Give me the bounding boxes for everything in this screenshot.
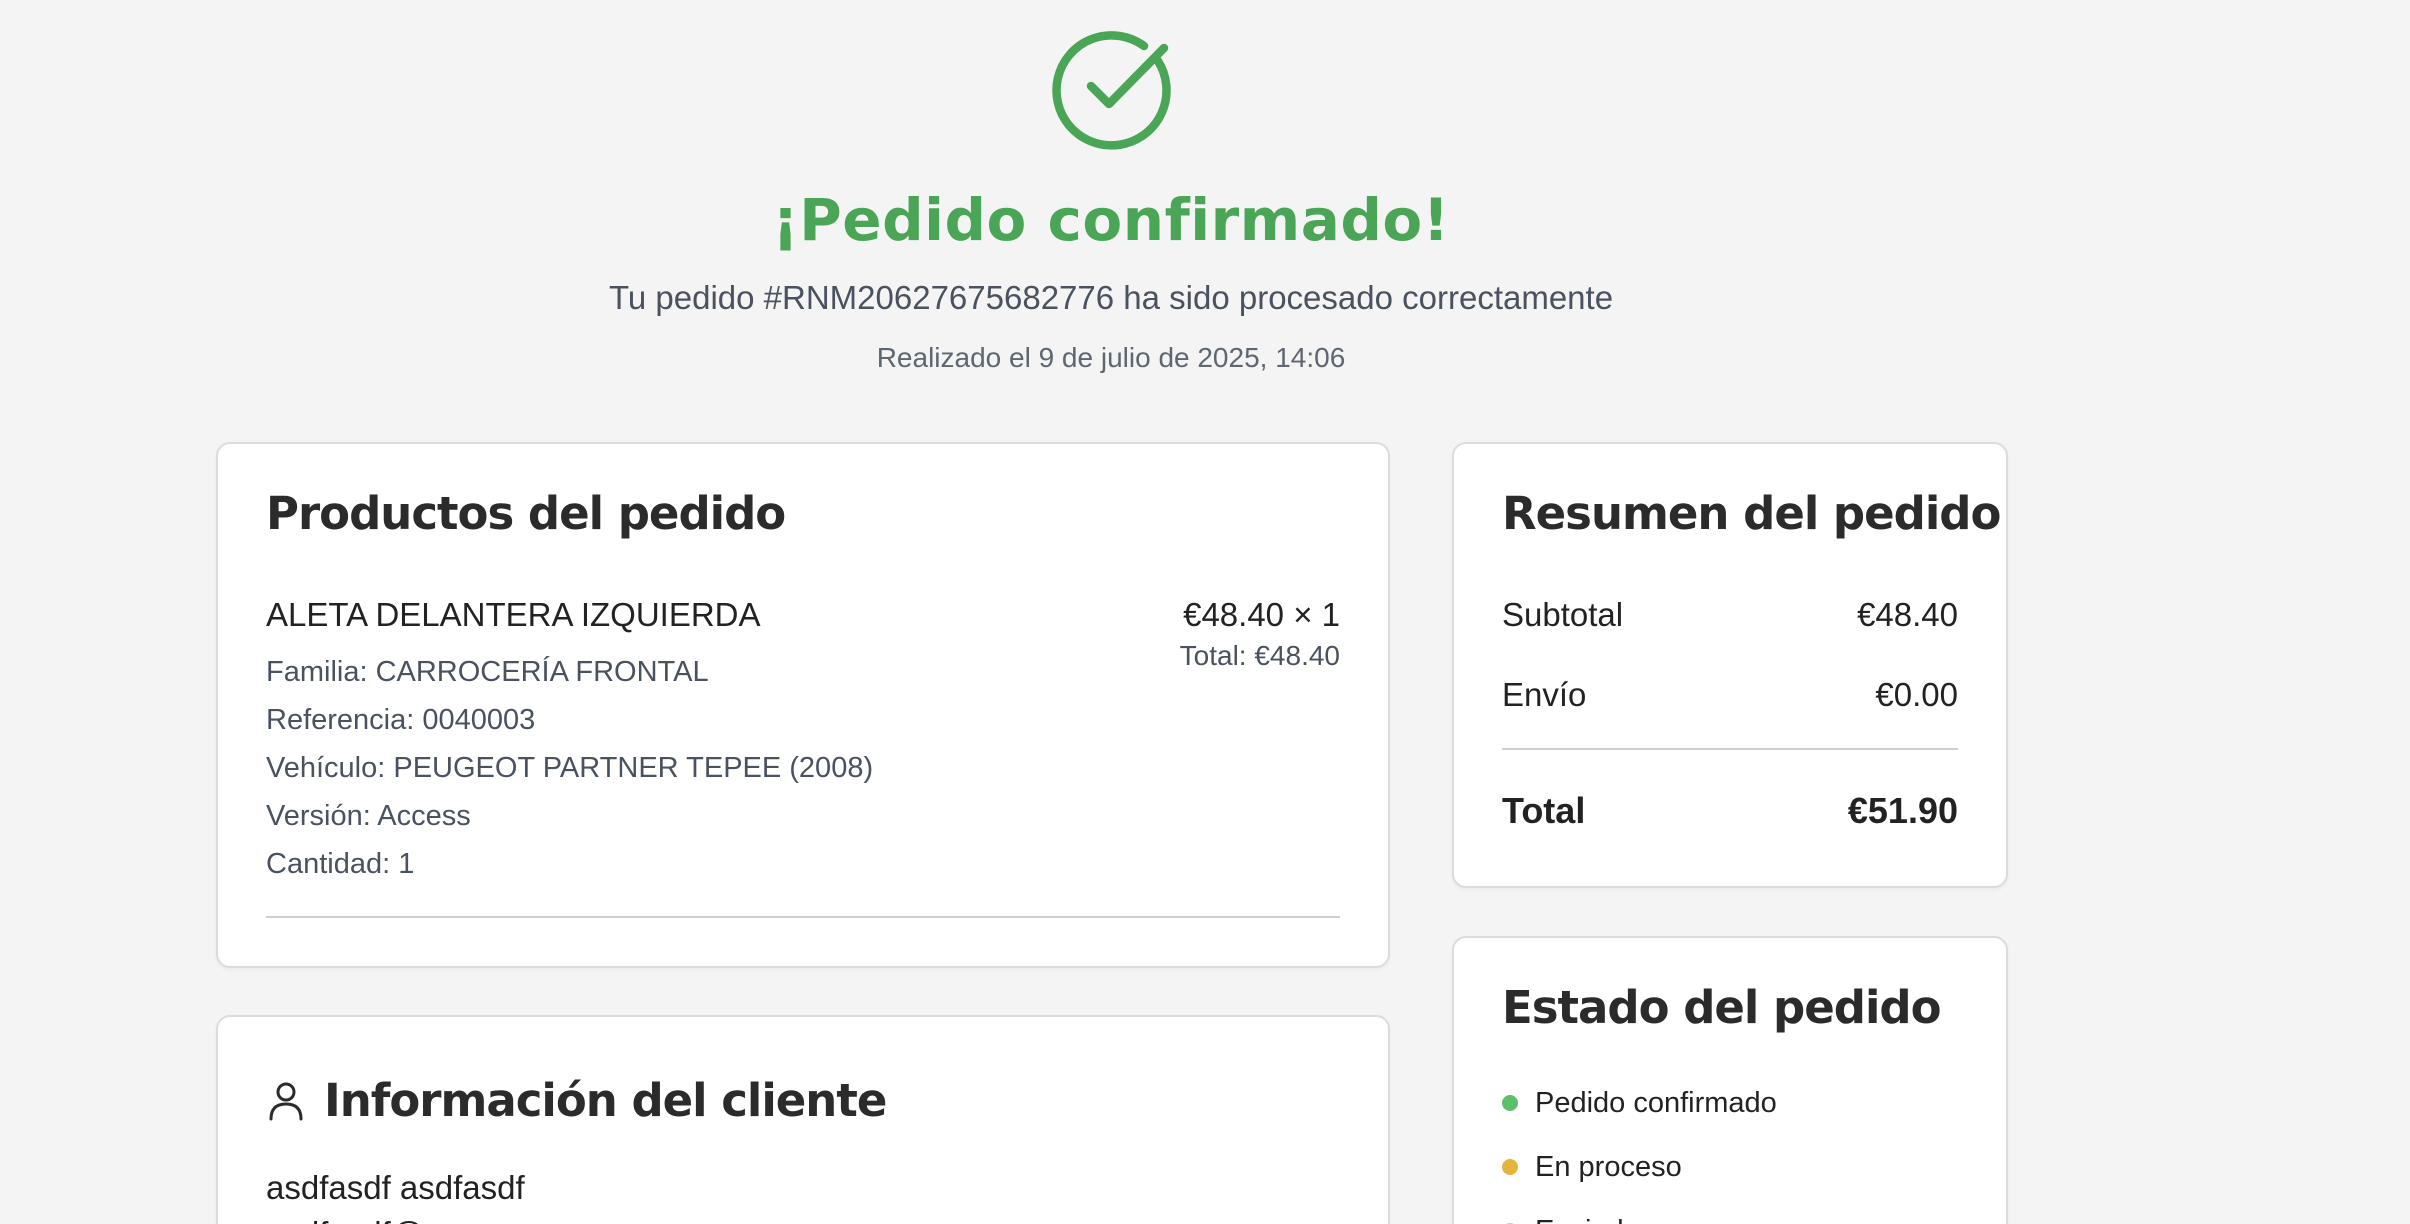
status-label: Enviado	[1535, 1210, 1640, 1224]
customer-card-header: Información del cliente	[266, 1069, 887, 1133]
status-label: Pedido confirmado	[1535, 1087, 1777, 1119]
status-dot-icon	[1502, 1159, 1518, 1175]
product-version: Versión: Access	[266, 800, 471, 832]
product-reference: Referencia: 0040003	[266, 704, 536, 736]
summary-card-title: Resumen del pedido	[1502, 487, 2001, 540]
product-line-total: Total: €48.40	[1179, 640, 1340, 671]
customer-name: asdfasdf asdfasdf	[266, 1169, 525, 1206]
subtotal-label: Subtotal	[1502, 596, 1624, 633]
customer-email: asdfasdf@	[266, 1211, 424, 1224]
page-title: ¡Pedido confirmado!	[772, 186, 1450, 254]
status-card: Estado del pedido Pedido confirmado En p…	[1452, 936, 2008, 1224]
summary-subtotal-row: Subtotal €48.40	[1502, 592, 1958, 638]
total-value: €51.90	[1847, 790, 1958, 831]
status-item-shipped: Enviado	[1502, 1210, 1640, 1224]
check-circle-icon	[1052, 31, 1171, 150]
summary-card: Resumen del pedido Subtotal €48.40 Envío…	[1452, 442, 2008, 888]
status-item-confirmed: Pedido confirmado	[1502, 1082, 1777, 1124]
status-dot-icon	[1502, 1095, 1518, 1111]
products-card: Productos del pedido ALETA DELANTERA IZQ…	[216, 442, 1390, 968]
summary-shipping-row: Envío €0.00	[1502, 672, 1958, 718]
product-quantity: Cantidad: 1	[266, 848, 415, 880]
product-unit-price: €48.40 × 1	[1183, 596, 1340, 633]
order-number-message: Tu pedido #RNM20627675682776 ha sido pro…	[608, 279, 1614, 316]
status-card-title: Estado del pedido	[1502, 981, 1942, 1034]
product-vehicle: Vehículo: PEUGEOT PARTNER TEPEE (2008)	[266, 752, 874, 784]
products-card-title: Productos del pedido	[266, 487, 786, 540]
status-label: En proceso	[1535, 1151, 1682, 1183]
summary-total-row: Total €51.90	[1502, 788, 1958, 834]
product-family: Familia: CARROCERÍA FRONTAL	[266, 656, 709, 688]
customer-card: Información del cliente asdfasdf asdfasd…	[216, 1015, 1390, 1224]
product-name: ALETA DELANTERA IZQUIERDA	[266, 596, 761, 633]
subtotal-value: €48.40	[1857, 596, 1958, 633]
total-label: Total	[1502, 790, 1586, 831]
shipping-label: Envío	[1502, 676, 1587, 713]
shipping-value: €0.00	[1875, 676, 1958, 713]
order-confirmation-page: ¡Pedido confirmado! Tu pedido #RNM206276…	[0, 0, 2410, 1224]
user-icon	[269, 1082, 303, 1121]
customer-card-title: Información del cliente	[324, 1074, 887, 1127]
order-date: Realizado el 9 de julio de 2025, 14:06	[876, 342, 1346, 373]
product-divider	[266, 916, 1340, 918]
summary-divider	[1502, 748, 1958, 750]
status-item-processing: En proceso	[1502, 1146, 1682, 1188]
